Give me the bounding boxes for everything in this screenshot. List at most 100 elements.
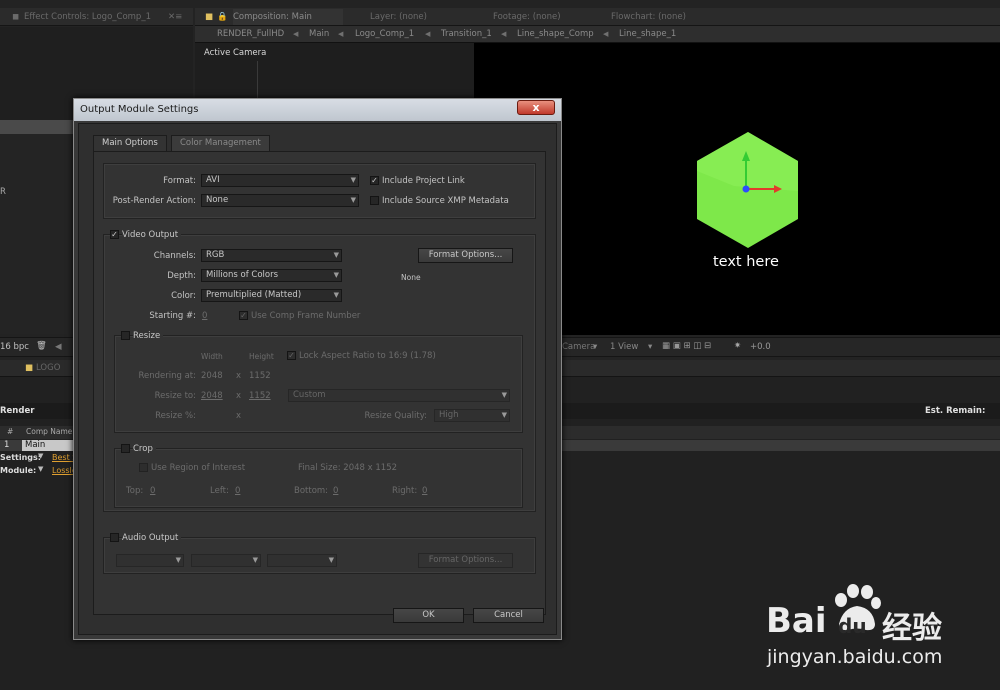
resize-height[interactable]: 1152 [249,391,271,401]
dialog-titlebar[interactable]: Output Module Settings x [74,99,561,121]
resize-percent-label: Resize %: [155,411,196,421]
module-label: Module: [0,466,37,475]
audio-channels-dropdown[interactable]: ▼ [267,554,337,567]
tab-layer[interactable]: Layer: (none) [370,9,427,25]
crop-bottom-value[interactable]: 0 [333,486,338,496]
trash-icon[interactable]: 🗑 [36,341,47,351]
crop-top-label: Top: [126,486,144,496]
tab-flowchart[interactable]: Flowchart: (none) [611,9,686,25]
crop-left-value[interactable]: 0 [235,486,240,496]
include-project-link-label: Include Project Link [382,176,465,186]
crop-label: Crop [133,444,156,454]
resize-preset-dropdown[interactable]: Custom ▼ [288,389,510,402]
post-render-value: None [206,195,229,205]
chevron-down-icon: ▼ [328,556,334,564]
chevron-left-icon: ◀ [603,30,609,38]
starting-number[interactable]: 0 [202,311,207,321]
breadcrumb-item[interactable]: RENDER_FullHD [217,26,284,43]
lock-aspect-checkbox[interactable]: ✓ [287,351,296,360]
close-button[interactable]: x [517,100,555,115]
ok-button[interactable]: OK [393,608,464,623]
include-xmp-checkbox[interactable] [370,196,379,205]
chevron-down-icon: ▼ [501,391,507,399]
crop-right-value[interactable]: 0 [422,486,427,496]
project-item[interactable]: R [0,187,6,197]
views-dropdown[interactable]: 1 View [610,342,638,352]
audio-output-label: Audio Output [122,533,182,543]
tab-main-options[interactable]: Main Options [93,135,167,151]
format-group: Format: AVI ▼ Post-Render Action: None ▼ ✓… [103,163,536,219]
tab-color-management[interactable]: Color Management [171,135,270,151]
bpc-label[interactable]: 16 bpc [0,342,29,352]
tab-logo[interactable]: LOGO [36,363,60,373]
chevron-down-icon[interactable]: ▼ [38,465,43,473]
use-roi-label: Use Region of Interest [151,463,246,473]
breadcrumb-item[interactable]: Logo_Comp_1 [355,26,414,43]
grid-icon[interactable]: ▦ ▣ ⊞ ◫ ⊟ [662,341,711,351]
breadcrumb-item[interactable]: Line_shape_1 [619,26,676,43]
resize-checkbox[interactable] [121,331,130,340]
row-comp-name[interactable]: Main [22,440,74,451]
crop-checkbox[interactable] [121,444,130,453]
tab-footage[interactable]: Footage: (none) [493,9,561,25]
starting-label: Starting #: [149,311,196,321]
exposure-icon[interactable]: ✷ [734,341,741,351]
chevron-down-icon: ▾ [593,342,598,352]
crop-top-value[interactable]: 0 [150,486,155,496]
est-remain-label: Est. Remain: [925,406,986,416]
video-output-checkbox[interactable]: ✓ [110,230,119,239]
use-comp-frame-checkbox[interactable]: ✓ [239,311,248,320]
resize-width[interactable]: 2048 [201,391,223,401]
chevron-down-icon[interactable]: ▼ [38,452,43,460]
post-render-label: Post-Render Action: [112,196,196,206]
audio-format-options-button[interactable]: Format Options... [418,553,513,568]
chevron-left-icon[interactable]: ◀ [55,342,62,352]
chevron-down-icon: ▼ [333,271,339,279]
resize-to-label: Resize to: [154,391,196,401]
lock-aspect-label: Lock Aspect Ratio to 16:9 (1.78) [299,351,436,361]
breadcrumb-item[interactable]: Line_shape_Comp [517,26,594,43]
include-project-link-checkbox[interactable]: ✓ [370,176,379,185]
crop-group: Crop Use Region of Interest Final Size: … [114,444,523,508]
breadcrumb-item[interactable]: Transition_1 [441,26,492,43]
effect-controls-icon: ◼ [12,12,20,22]
lock-icon[interactable]: 🔒 [217,9,228,25]
settings-label: Settings: [0,453,41,462]
composition-tabbar: ■ 🔒 Composition: Main Layer: (none) Foot… [195,8,1000,26]
final-size-label: Final Size: 2048 x 1152 [298,463,398,473]
format-dropdown[interactable]: AVI ▼ [201,174,359,187]
tab-composition[interactable]: Composition: Main [233,9,343,25]
tab-effect-controls[interactable]: Effect Controls: Logo_Comp_1 [24,9,151,25]
use-roi-checkbox[interactable] [139,463,148,472]
resize-quality-label: Resize Quality: [364,411,427,421]
breadcrumb-item[interactable]: Main [309,26,329,43]
x-separator: x [236,391,242,401]
rendering-width: 2048 [201,371,223,381]
depth-dropdown[interactable]: Millions of Colors ▼ [201,269,342,282]
audio-bits-dropdown[interactable]: ▼ [191,554,261,567]
audio-rate-dropdown[interactable]: ▼ [116,554,184,567]
composition-icon: ■ [205,12,214,22]
color-value: Premultiplied (Matted) [206,290,302,300]
camera-dropdown[interactable]: Camera [562,342,595,352]
chevron-left-icon: ◀ [338,30,344,38]
render-title: Render [0,406,35,416]
panel-menu-icon[interactable]: ✕≡ [168,9,182,25]
cancel-button[interactable]: Cancel [473,608,544,623]
watermark-brand-cn: 经验 [882,611,942,646]
width-header: Width [201,352,223,361]
dialog-body: Main Options Color Management Format: AV… [78,123,557,635]
crop-right-label: Right: [392,486,418,496]
chevron-left-icon: ◀ [501,30,507,38]
exposure-value[interactable]: +0.0 [750,342,771,352]
audio-output-checkbox[interactable] [110,533,119,542]
post-render-dropdown[interactable]: None ▼ [201,194,359,207]
format-options-button[interactable]: Format Options... [418,248,513,263]
channels-value: RGB [206,250,225,260]
x-separator: x [236,411,242,421]
color-dropdown[interactable]: Premultiplied (Matted) ▼ [201,289,342,302]
render-queue-icon: ■ [25,363,34,373]
channels-dropdown[interactable]: RGB ▼ [201,249,342,262]
resize-quality-dropdown[interactable]: High ▼ [434,409,510,422]
depth-value: Millions of Colors [206,270,279,280]
